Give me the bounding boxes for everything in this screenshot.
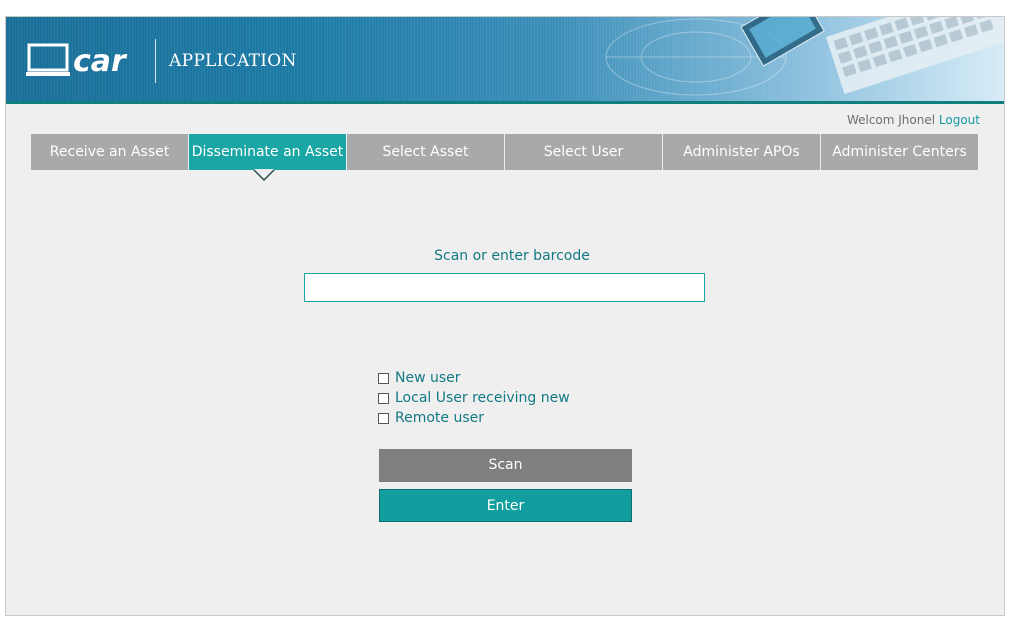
app-frame: car APPLICATION Welcom Jhonel Logout Rec…: [5, 16, 1005, 616]
new-user-checkbox[interactable]: [378, 372, 389, 384]
keyboard-laptop-graphic: [605, 17, 1004, 96]
tab-select-asset[interactable]: Select Asset: [347, 134, 504, 170]
logout-link[interactable]: Logout: [939, 113, 980, 127]
tab-disseminate-asset[interactable]: Disseminate an Asset: [189, 134, 346, 181]
main-tabs: Receive an Asset Disseminate an Asset Se…: [31, 134, 979, 181]
scan-button[interactable]: Scan: [379, 449, 632, 482]
tab-disseminate-asset-label: Disseminate an Asset: [191, 144, 344, 160]
laptop-icon: car: [26, 43, 128, 79]
tab-receive-asset[interactable]: Receive an Asset: [31, 134, 188, 170]
logo-wordmark: car: [73, 44, 128, 79]
header-divider: [6, 101, 1004, 104]
user-welcome: Welcom Jhonel Logout: [847, 113, 980, 127]
tab-administer-apos[interactable]: Administer APOs: [663, 134, 820, 170]
barcode-label: Scan or enter barcode: [434, 248, 590, 264]
welcome-text: Welcom Jhonel: [846, 113, 936, 127]
local-user-label: Local User receiving new: [395, 390, 570, 406]
tab-administer-centers[interactable]: Administer Centers: [821, 134, 978, 170]
user-type-options: New user Local User receiving new Remote…: [378, 368, 570, 428]
logo-divider: [155, 39, 156, 83]
barcode-input[interactable]: [304, 273, 705, 302]
app-title: APPLICATION: [169, 51, 297, 71]
option-local-user[interactable]: Local User receiving new: [378, 388, 570, 408]
remote-user-label: Remote user: [395, 410, 485, 426]
header-banner: car APPLICATION: [6, 17, 1004, 102]
remote-user-checkbox[interactable]: [378, 412, 389, 424]
enter-button[interactable]: Enter: [379, 489, 632, 522]
active-tab-pointer: [253, 169, 275, 181]
app-logo: car: [26, 43, 154, 79]
local-user-checkbox[interactable]: [378, 392, 389, 404]
option-remote-user[interactable]: Remote user: [378, 408, 570, 428]
tab-select-user[interactable]: Select User: [505, 134, 662, 170]
option-new-user[interactable]: New user: [378, 368, 570, 388]
new-user-label: New user: [395, 370, 461, 386]
